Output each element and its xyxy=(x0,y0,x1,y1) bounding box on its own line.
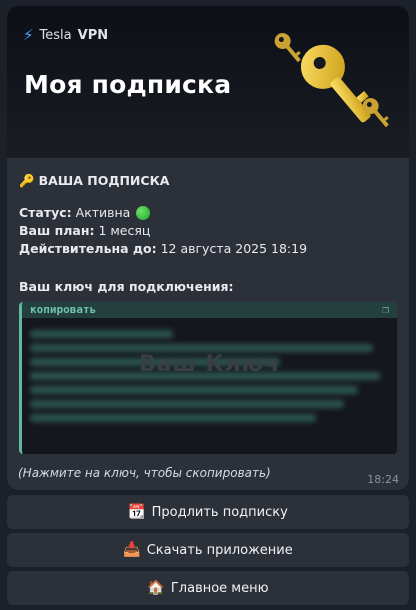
calendar-icon: 📆 xyxy=(128,504,146,520)
copy-label[interactable]: копировать xyxy=(30,302,96,318)
green-circle-icon xyxy=(136,206,151,220)
subscription-heading: 🔑 ВАША ПОДПИСКА xyxy=(19,172,397,190)
plan-value: 1 месяц xyxy=(98,223,151,238)
valid-row: Действительна до: 12 августа 2025 18:19 xyxy=(19,240,397,258)
brand: ⚡ Tesla VPN xyxy=(23,26,108,44)
subscription-message: ⚡ Tesla VPN Моя подписка 🔑 ВАША ПОДПИСКА… xyxy=(7,6,409,490)
key-icon: 🔑 xyxy=(19,173,35,188)
heading-text: ВАША ПОДПИСКА xyxy=(38,173,170,188)
code-header: копировать ❐ xyxy=(22,302,397,318)
lightning-icon: ⚡ xyxy=(23,26,34,44)
page-title: Моя подписка xyxy=(24,70,232,99)
status-label: Статус: xyxy=(19,205,72,220)
message-time: 18:24 xyxy=(367,473,399,486)
copy-icon[interactable]: ❐ xyxy=(382,302,389,318)
status-row: Статус: Активна xyxy=(19,204,397,222)
keys-illustration-icon xyxy=(274,33,389,128)
brand-prefix: Tesla xyxy=(39,27,72,43)
download-app-button[interactable]: 📥 Скачать приложение xyxy=(7,533,409,567)
status-value: Активна xyxy=(75,205,131,220)
plan-row: Ваш план: 1 месяц xyxy=(19,222,397,240)
main-menu-button[interactable]: 🏠 Главное меню xyxy=(7,571,409,605)
valid-value: 12 августа 2025 18:19 xyxy=(160,241,308,256)
key-watermark: Ваш Ключ xyxy=(138,352,281,377)
key-label: Ваш ключ для подключения: xyxy=(19,279,234,294)
extend-label: Продлить подписку xyxy=(151,504,288,520)
blurred-key xyxy=(30,324,387,444)
key-code-block[interactable]: копировать ❐ Ваш Ключ xyxy=(19,302,397,454)
main-menu-label: Главное меню xyxy=(170,580,269,596)
extend-subscription-button[interactable]: 📆 Продлить подписку xyxy=(7,495,409,529)
brand-name: VPN xyxy=(77,27,109,43)
inbox-tray-icon: 📥 xyxy=(123,542,141,558)
house-icon: 🏠 xyxy=(147,580,165,596)
banner: ⚡ Tesla VPN Моя подписка xyxy=(7,6,409,158)
download-label: Скачать приложение xyxy=(146,542,293,558)
copy-hint: (Нажмите на ключ, чтобы скопировать) xyxy=(18,466,271,480)
valid-label: Действительна до: xyxy=(19,241,157,256)
plan-label: Ваш план: xyxy=(19,223,95,238)
